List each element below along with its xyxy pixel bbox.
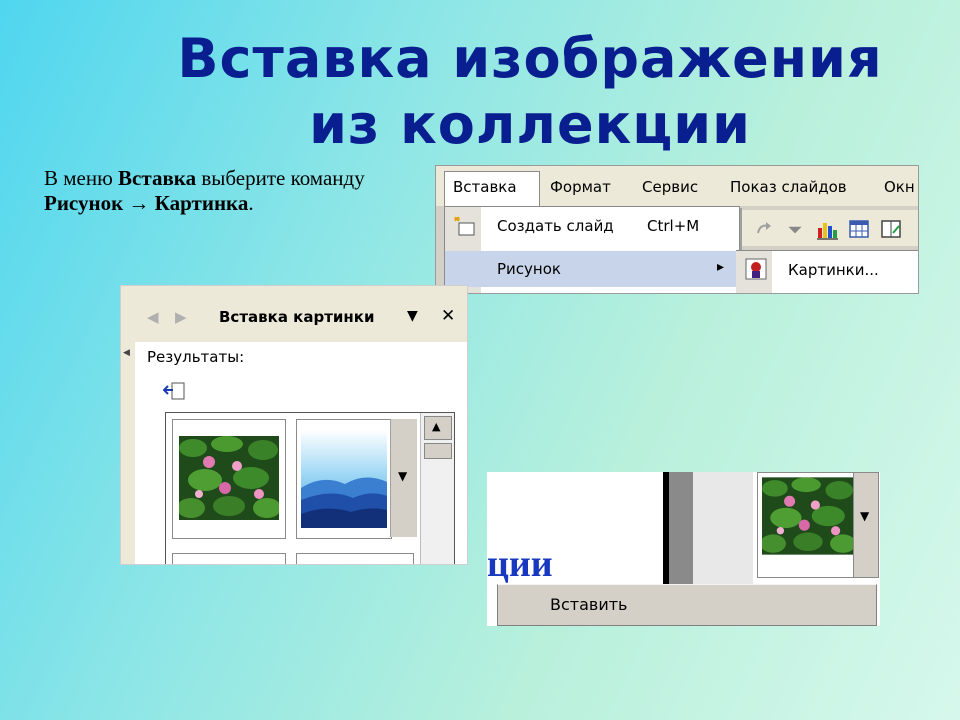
thumbnail-partial-1[interactable] bbox=[172, 553, 286, 564]
clipart-label: Картинки... bbox=[788, 261, 879, 279]
menu-bar: Вставка Формат Сервис Показ слайдов Окн bbox=[436, 166, 918, 206]
thumbnail-dropdown-arrow-icon: ▼ bbox=[860, 509, 870, 523]
scroll-up-button[interactable]: ▲ bbox=[424, 416, 452, 440]
thumbnail-partial-2[interactable] bbox=[296, 553, 414, 564]
clipart-icon bbox=[745, 258, 767, 280]
insert-screenshot: ции ▼ Вставить bbox=[487, 472, 880, 626]
close-icon[interactable]: ✕ bbox=[441, 306, 455, 326]
redo-icon[interactable] bbox=[754, 218, 776, 240]
pane-gap bbox=[693, 472, 753, 584]
back-arrow-icon[interactable]: ◀ bbox=[147, 308, 159, 326]
pane-scroll-edge: ◀ bbox=[121, 286, 136, 564]
chart-icon[interactable] bbox=[816, 218, 838, 240]
pane-title: Вставка картинки bbox=[219, 308, 375, 326]
pane-divider-gray bbox=[669, 472, 693, 584]
collapse-results-icon[interactable] bbox=[163, 380, 187, 402]
thumbnail-options-arrow-icon: ▼ bbox=[398, 469, 408, 483]
table-icon[interactable] bbox=[848, 218, 870, 240]
menu-option-clipart[interactable]: Картинки... bbox=[736, 251, 918, 287]
clipart-results-grid: ▼ ▲ bbox=[165, 412, 455, 564]
menu-option-new-slide[interactable]: Создать слайд Ctrl+M bbox=[445, 207, 739, 247]
thumbnail-options-button[interactable]: ▼ bbox=[390, 419, 417, 537]
scroll-thumb[interactable] bbox=[424, 443, 452, 459]
new-slide-label: Создать слайд bbox=[497, 217, 614, 235]
insert-dropdown: Создать слайд Ctrl+M Рисунок ▸ bbox=[444, 206, 740, 293]
thumbnail-water-lilies[interactable] bbox=[172, 419, 286, 539]
forward-arrow-icon[interactable]: ▶ bbox=[175, 308, 187, 326]
slide-title: Вставка изображения из коллекции bbox=[177, 27, 883, 156]
context-menu: Вставить bbox=[497, 584, 877, 626]
pane-body: Результаты: ▼ ▲ bbox=[135, 342, 467, 564]
results-scrollbar[interactable]: ▲ bbox=[420, 413, 454, 564]
menu-item-format[interactable]: Формат bbox=[550, 178, 611, 196]
menu-name: Вставка bbox=[118, 166, 197, 190]
menu-option-picture[interactable]: Рисунок ▸ bbox=[445, 251, 739, 287]
columns-icon[interactable] bbox=[880, 218, 902, 240]
results-label: Результаты: bbox=[147, 348, 245, 366]
menu-item-insert[interactable]: Вставка bbox=[453, 178, 517, 196]
menu-item-service[interactable]: Сервис bbox=[642, 178, 698, 196]
selected-thumbnail[interactable] bbox=[757, 472, 859, 578]
menu-screenshot: Вставка Формат Сервис Показ слайдов Окн bbox=[435, 165, 919, 294]
pane-edge-arrow-icon: ◀ bbox=[123, 348, 130, 358]
chevron-down-icon[interactable] bbox=[784, 218, 806, 240]
submenu-arrow-icon: ▸ bbox=[717, 259, 725, 275]
water-lilies-image bbox=[179, 436, 279, 520]
picture-label: Рисунок bbox=[497, 260, 561, 278]
water-lilies-image-selected bbox=[762, 477, 854, 555]
pane-menu-arrow-icon[interactable]: ▼ bbox=[407, 308, 418, 324]
menu-option-insert[interactable]: Вставить bbox=[550, 595, 627, 614]
menu-item-window[interactable]: Окн bbox=[884, 178, 915, 196]
toolbar bbox=[736, 210, 918, 246]
blue-mountains-image bbox=[301, 430, 387, 528]
new-slide-shortcut: Ctrl+M bbox=[647, 217, 700, 235]
partial-slide-text: ции bbox=[487, 543, 553, 585]
clipart-task-pane: ◀ ◀ ▶ Вставка картинки ▼ ✕ Результаты: ▼… bbox=[120, 285, 468, 565]
picture-submenu: Картинки... bbox=[736, 250, 918, 293]
thumbnail-dropdown-button[interactable]: ▼ bbox=[853, 472, 879, 578]
instruction-text: В меню Вставка выберите команду Рисунок … bbox=[44, 166, 365, 215]
pane-header: ◀ ▶ Вставка картинки ▼ ✕ bbox=[135, 286, 467, 342]
command-name: Рисунок → Картинка bbox=[44, 191, 249, 215]
scroll-up-icon: ▲ bbox=[432, 420, 441, 433]
thumbnail-blue-mountains[interactable] bbox=[296, 419, 392, 539]
menu-item-slideshow[interactable]: Показ слайдов bbox=[730, 178, 847, 196]
new-slide-icon bbox=[454, 216, 475, 236]
